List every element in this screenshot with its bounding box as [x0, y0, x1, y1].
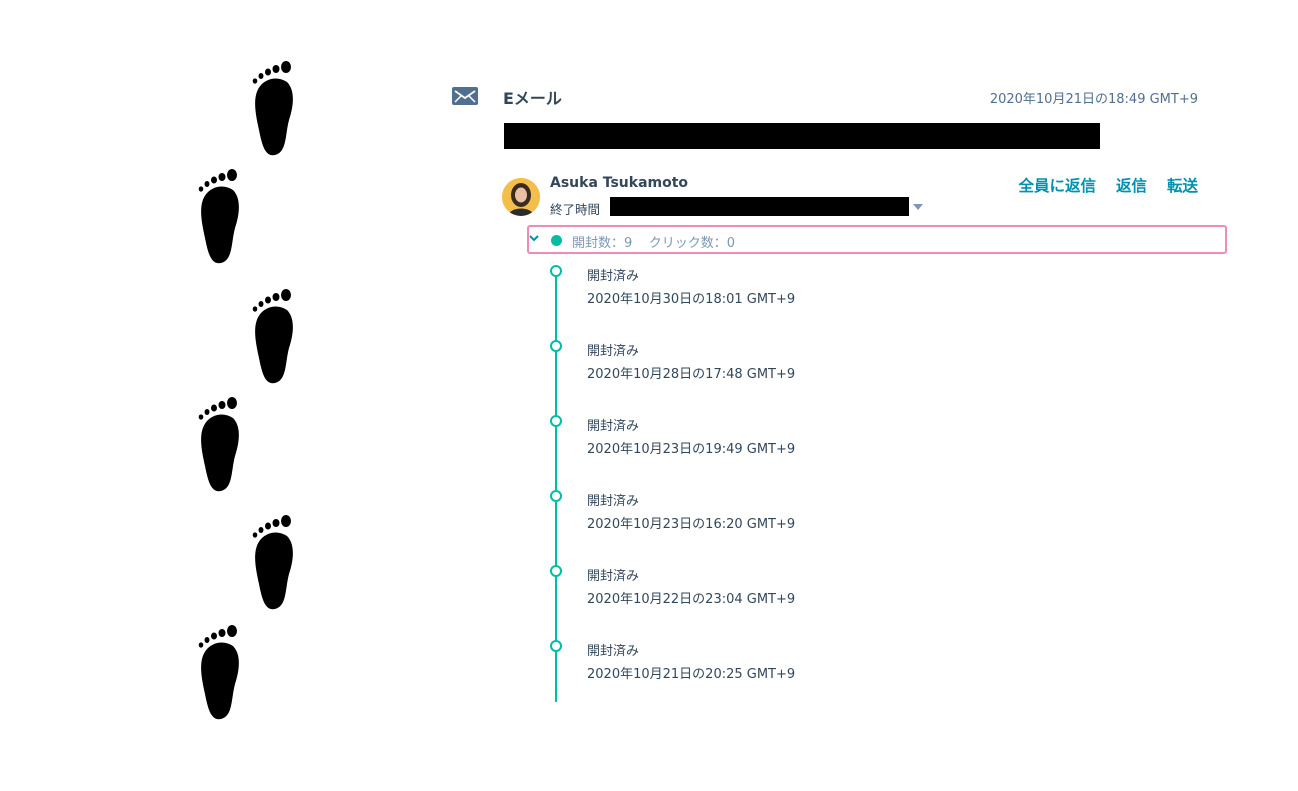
timeline-node [550, 415, 562, 427]
footprint-icon [236, 60, 298, 160]
timeline-node [550, 490, 562, 502]
sender-name[interactable]: Asuka Tsukamoto [550, 175, 688, 191]
timeline-node [550, 265, 562, 277]
timeline-event-label: 開封済み [587, 269, 640, 284]
end-time-label: 終了時間 [550, 202, 601, 217]
timeline-event-label: 開封済み [587, 644, 640, 659]
forward-button[interactable]: 転送 [1167, 174, 1198, 196]
status-dot [551, 235, 562, 246]
timeline-event-date: 2020年10月23日の19:49 GMT+9 [587, 442, 796, 457]
footprint-icon [182, 168, 244, 268]
open-click-stats[interactable]: 開封数：9 クリック数：0 [527, 225, 1227, 254]
avatar [502, 178, 540, 216]
reply-button[interactable]: 返信 [1116, 174, 1147, 196]
timeline-node [550, 340, 562, 352]
caret-down-icon[interactable] [913, 204, 923, 210]
email-type-title: Eメール [503, 89, 562, 108]
mail-icon [452, 87, 478, 105]
footprint-icon [236, 514, 298, 614]
chevron-down-icon[interactable] [527, 231, 541, 245]
stats-text: 開封数：9 クリック数：0 [572, 236, 736, 251]
email-actions: 全員に返信 返信 転送 [1018, 174, 1198, 196]
timeline-line [555, 270, 557, 702]
timeline-event-label: 開封済み [587, 569, 640, 584]
timeline-event-date: 2020年10月22日の23:04 GMT+9 [587, 592, 796, 607]
redacted-subject [504, 123, 1100, 149]
timeline-event-date: 2020年10月28日の17:48 GMT+9 [587, 367, 796, 382]
timeline-event-date: 2020年10月23日の16:20 GMT+9 [587, 517, 796, 532]
timeline-node [550, 565, 562, 577]
email-header: Eメール 2020年10月21日の18:49 GMT+9 [452, 84, 1198, 108]
footprint-icon [236, 288, 298, 388]
timeline-event-date: 2020年10月30日の18:01 GMT+9 [587, 292, 796, 307]
reply-all-button[interactable]: 全員に返信 [1018, 174, 1096, 196]
footprint-icon [182, 396, 244, 496]
redacted-recipients [610, 197, 909, 216]
email-timestamp: 2020年10月21日の18:49 GMT+9 [989, 92, 1198, 107]
timeline-event-label: 開封済み [587, 344, 640, 359]
footprint-icon [182, 624, 244, 724]
timeline-node [550, 640, 562, 652]
timeline-event-date: 2020年10月21日の20:25 GMT+9 [587, 667, 796, 682]
timeline-event-label: 開封済み [587, 419, 640, 434]
timeline-event-label: 開封済み [587, 494, 640, 509]
